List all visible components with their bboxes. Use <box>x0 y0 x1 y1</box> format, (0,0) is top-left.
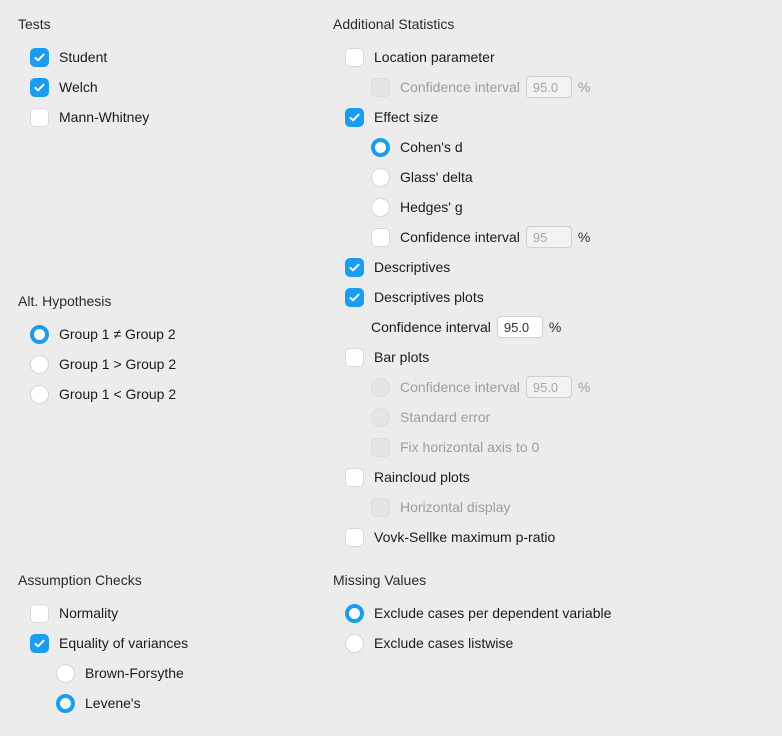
eqvar-label: Equality of variances <box>59 635 188 651</box>
alt-lt-label: Group 1 < Group 2 <box>59 386 176 402</box>
cohens-d-radio[interactable] <box>371 138 390 157</box>
effect-ci-checkbox[interactable] <box>371 228 390 247</box>
raincloud-checkbox[interactable] <box>345 468 364 487</box>
missing-listwise-radio[interactable] <box>345 634 364 653</box>
glass-delta-radio[interactable] <box>371 168 390 187</box>
cohens-d-label: Cohen's d <box>400 139 463 155</box>
location-ci-input <box>526 76 572 98</box>
levene-radio[interactable] <box>56 694 75 713</box>
bar-se-label: Standard error <box>400 409 490 425</box>
effect-ci-input <box>526 226 572 248</box>
effect-ci-unit: % <box>578 229 590 245</box>
location-ci-label: Confidence interval <box>400 79 520 95</box>
eqvar-checkbox[interactable] <box>30 634 49 653</box>
effect-size-label: Effect size <box>374 109 438 125</box>
levene-label: Levene's <box>85 695 141 711</box>
student-checkbox[interactable] <box>30 48 49 67</box>
alt-gt-radio[interactable] <box>30 355 49 374</box>
mann-whitney-checkbox[interactable] <box>30 108 49 127</box>
bar-se-radio <box>371 408 390 427</box>
addl-stats-title: Additional Statistics <box>333 16 764 32</box>
hedges-g-label: Hedges' g <box>400 199 463 215</box>
alt-hypothesis-title: Alt. Hypothesis <box>18 293 333 309</box>
welch-checkbox[interactable] <box>30 78 49 97</box>
dp-ci-label: Confidence interval <box>371 319 491 335</box>
hedges-g-radio[interactable] <box>371 198 390 217</box>
vovk-label: Vovk-Sellke maximum p-ratio <box>374 529 555 545</box>
missing-listwise-label: Exclude cases listwise <box>374 635 513 651</box>
student-label: Student <box>59 49 107 65</box>
missing-values-title: Missing Values <box>333 572 764 588</box>
tests-title: Tests <box>18 16 333 32</box>
vovk-checkbox[interactable] <box>345 528 364 547</box>
dp-ci-input[interactable] <box>497 316 543 338</box>
normality-label: Normality <box>59 605 118 621</box>
bar-ci-radio <box>371 378 390 397</box>
brown-forsythe-radio[interactable] <box>56 664 75 683</box>
alt-lt-radio[interactable] <box>30 385 49 404</box>
brown-forsythe-label: Brown-Forsythe <box>85 665 184 681</box>
bar-ci-input <box>526 376 572 398</box>
dp-ci-unit: % <box>549 319 561 335</box>
raincloud-h-checkbox <box>371 498 390 517</box>
effect-size-checkbox[interactable] <box>345 108 364 127</box>
glass-delta-label: Glass' delta <box>400 169 473 185</box>
normality-checkbox[interactable] <box>30 604 49 623</box>
bar-fix-label: Fix horizontal axis to 0 <box>400 439 539 455</box>
effect-ci-label: Confidence interval <box>400 229 520 245</box>
location-ci-checkbox <box>371 78 390 97</box>
location-ci-unit: % <box>578 79 590 95</box>
alt-neq-label: Group 1 ≠ Group 2 <box>59 326 176 342</box>
bar-ci-unit: % <box>578 379 590 395</box>
descriptives-plots-checkbox[interactable] <box>345 288 364 307</box>
descriptives-checkbox[interactable] <box>345 258 364 277</box>
mann-whitney-label: Mann-Whitney <box>59 109 149 125</box>
descriptives-label: Descriptives <box>374 259 450 275</box>
missing-per-dep-radio[interactable] <box>345 604 364 623</box>
missing-per-dep-label: Exclude cases per dependent variable <box>374 605 611 621</box>
welch-label: Welch <box>59 79 98 95</box>
bar-fix-checkbox <box>371 438 390 457</box>
raincloud-label: Raincloud plots <box>374 469 470 485</box>
raincloud-h-label: Horizontal display <box>400 499 511 515</box>
alt-neq-radio[interactable] <box>30 325 49 344</box>
location-label: Location parameter <box>374 49 495 65</box>
descriptives-plots-label: Descriptives plots <box>374 289 484 305</box>
location-checkbox[interactable] <box>345 48 364 67</box>
alt-gt-label: Group 1 > Group 2 <box>59 356 176 372</box>
assumption-checks-title: Assumption Checks <box>18 572 333 588</box>
bar-plots-label: Bar plots <box>374 349 429 365</box>
bar-ci-label: Confidence interval <box>400 379 520 395</box>
bar-plots-checkbox[interactable] <box>345 348 364 367</box>
